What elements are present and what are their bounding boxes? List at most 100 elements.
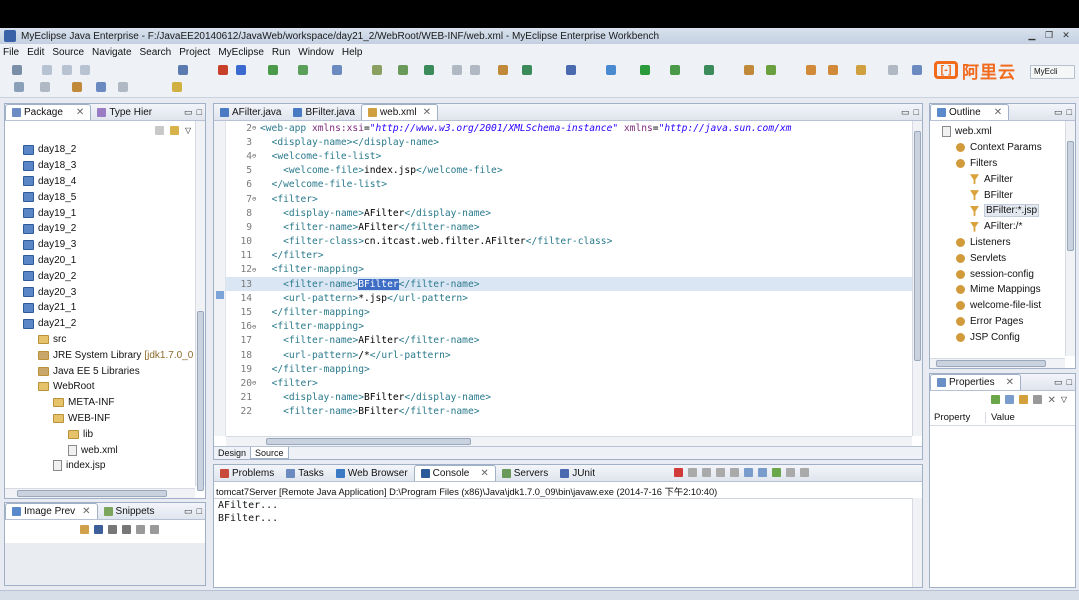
toolbar-nav-icon[interactable] bbox=[172, 82, 182, 92]
code-line[interactable]: 14 <url-pattern> *.jsp </url-pattern> bbox=[226, 291, 912, 305]
tab-web-xml[interactable]: web.xml ✕ bbox=[360, 104, 439, 120]
package-item[interactable]: Java EE 5 Libraries bbox=[9, 363, 195, 379]
package-item[interactable]: day21_1 bbox=[9, 300, 195, 316]
toolbar-tool-icon[interactable] bbox=[298, 65, 308, 75]
scroll-thumb[interactable] bbox=[17, 490, 167, 497]
package-item[interactable]: day19_2 bbox=[9, 221, 195, 237]
toolbar-tool-icon[interactable] bbox=[566, 65, 576, 75]
code-line[interactable]: 20 ⊖ <filter> bbox=[226, 376, 912, 390]
close-icon[interactable]: ✕ bbox=[82, 504, 90, 519]
fold-toggle-icon[interactable]: ⊖ bbox=[252, 323, 256, 331]
tab-outline[interactable]: Outline ✕ bbox=[930, 104, 1010, 120]
remove-all-icon[interactable] bbox=[702, 468, 711, 477]
tab-tasks[interactable]: Tasks bbox=[280, 465, 330, 481]
tab-servers[interactable]: Servers bbox=[496, 465, 554, 481]
restore-default-icon[interactable]: ✕ bbox=[1047, 395, 1055, 406]
maximize-icon[interactable]: □ bbox=[197, 506, 202, 517]
code-line[interactable]: 19 </filter-mapping> bbox=[226, 362, 912, 376]
close-window-button[interactable]: ✕ bbox=[1059, 30, 1073, 41]
save-icon[interactable] bbox=[94, 525, 103, 534]
close-icon[interactable]: ✕ bbox=[423, 105, 431, 120]
toolbar-tool-icon[interactable] bbox=[522, 65, 532, 75]
code-line[interactable]: 18 <url-pattern>/* </url-pattern> bbox=[226, 348, 912, 362]
toolbar-tool-icon[interactable] bbox=[268, 65, 278, 75]
toolbar-tool-icon[interactable] bbox=[912, 65, 922, 75]
menu-help[interactable]: Help bbox=[342, 47, 363, 58]
fold-toggle-icon[interactable]: ⊖ bbox=[252, 379, 256, 387]
toolbar-tool-icon[interactable] bbox=[806, 65, 816, 75]
tab-package[interactable]: Package ✕ bbox=[5, 104, 92, 120]
toolbar-nav-icon[interactable] bbox=[14, 82, 24, 92]
toolbar-tool-icon[interactable] bbox=[398, 65, 408, 75]
toolbar-tool-icon[interactable] bbox=[828, 65, 838, 75]
package-item[interactable]: web.xml bbox=[9, 442, 195, 458]
menu-window[interactable]: Window bbox=[298, 47, 334, 58]
scroll-thumb[interactable] bbox=[197, 311, 204, 491]
close-icon[interactable]: ✕ bbox=[1006, 375, 1014, 390]
code-line[interactable]: 7 ⊖ <filter> bbox=[226, 192, 912, 206]
tab-image-preview[interactable]: Image Prev ✕ bbox=[5, 503, 98, 519]
open-console-icon[interactable] bbox=[786, 468, 795, 477]
view-menu-icon[interactable]: ▽ bbox=[1061, 395, 1067, 406]
package-item[interactable]: day20_3 bbox=[9, 284, 195, 300]
package-item[interactable]: WebRoot bbox=[9, 379, 195, 395]
editor-vscrollbar[interactable] bbox=[912, 121, 922, 436]
package-item[interactable]: src bbox=[9, 332, 195, 348]
tab-type-hierarchy[interactable]: Type Hier bbox=[91, 104, 158, 120]
property-column-header[interactable]: Property bbox=[930, 412, 986, 423]
editor-hscrollbar[interactable] bbox=[226, 436, 912, 446]
code-line[interactable]: 8 <display-name> AFilter </display-name> bbox=[226, 206, 912, 220]
zoom-out-icon[interactable] bbox=[122, 525, 131, 534]
scroll-lock-icon[interactable] bbox=[730, 468, 739, 477]
maximize-icon[interactable]: □ bbox=[1067, 377, 1072, 388]
package-item[interactable]: WEB-INF bbox=[9, 411, 195, 427]
menu-project[interactable]: Project bbox=[179, 47, 210, 58]
code-line[interactable]: 2 ⊖ <web-app xmlns:xsi = "http://www.w3.org/… bbox=[226, 121, 912, 135]
toolbar-tool-icon[interactable] bbox=[42, 65, 52, 75]
close-icon[interactable]: ✕ bbox=[480, 466, 488, 481]
console-output[interactable]: AFilter... BFilter... bbox=[214, 498, 912, 587]
toolbar-tool-icon[interactable] bbox=[670, 65, 680, 75]
outline-item[interactable]: BFilter bbox=[936, 187, 1065, 203]
menu-navigate[interactable]: Navigate bbox=[92, 47, 131, 58]
package-item[interactable]: day18_4 bbox=[9, 174, 195, 190]
package-item[interactable]: day19_1 bbox=[9, 205, 195, 221]
code-line[interactable]: 10 <filter-class> cn.itcast.web.filter.AF… bbox=[226, 235, 912, 249]
tool-icon[interactable] bbox=[80, 525, 89, 534]
scroll-thumb[interactable] bbox=[914, 131, 921, 361]
toolbar-tool-icon[interactable] bbox=[332, 65, 342, 75]
tab-afilter-java[interactable]: AFilter.java bbox=[214, 104, 287, 120]
toolbar-nav-icon[interactable] bbox=[118, 82, 128, 92]
fold-toggle-icon[interactable]: ⊖ bbox=[252, 266, 256, 274]
maximize-button[interactable]: ❐ bbox=[1042, 30, 1056, 41]
outline-vscrollbar[interactable] bbox=[1065, 121, 1075, 356]
outline-item[interactable]: Filters bbox=[936, 156, 1065, 172]
menu-myeclipse[interactable]: MyEclipse bbox=[218, 47, 264, 58]
tab-junit[interactable]: JUnit bbox=[554, 465, 601, 481]
fit-icon[interactable] bbox=[136, 525, 145, 534]
actual-size-icon[interactable] bbox=[150, 525, 159, 534]
package-item[interactable]: index.jsp bbox=[9, 458, 195, 474]
show-on-output-icon[interactable] bbox=[758, 468, 767, 477]
toolbar-tool-icon[interactable] bbox=[888, 65, 898, 75]
code-line[interactable]: 15 </filter-mapping> bbox=[226, 305, 912, 319]
toolbar-tool-icon[interactable] bbox=[640, 65, 650, 75]
fold-toggle-icon[interactable]: ⊖ bbox=[252, 152, 256, 160]
collapse-all-icon[interactable] bbox=[155, 126, 164, 135]
minimize-icon[interactable]: ▭ bbox=[184, 506, 193, 517]
toolbar-tool-icon[interactable] bbox=[766, 65, 776, 75]
code-line[interactable]: 16 ⊖ <filter-mapping> bbox=[226, 320, 912, 334]
menu-search[interactable]: Search bbox=[140, 47, 172, 58]
toolbar-tool-icon[interactable] bbox=[744, 65, 754, 75]
scroll-thumb[interactable] bbox=[936, 360, 1046, 367]
tab-web-browser[interactable]: Web Browser bbox=[330, 465, 414, 481]
menu-edit[interactable]: Edit bbox=[27, 47, 44, 58]
code-line[interactable]: 5 <welcome-file> index.jsp </welcome-file> bbox=[226, 164, 912, 178]
package-item[interactable]: day19_3 bbox=[9, 237, 195, 253]
code-area[interactable]: 2 ⊖ <web-app xmlns:xsi = "http://www.w3.org/… bbox=[226, 121, 912, 436]
package-item[interactable]: day18_5 bbox=[9, 189, 195, 205]
outline-item[interactable]: welcome-file-list bbox=[936, 298, 1065, 314]
code-line[interactable]: 21 <display-name> BFilter </display-name> bbox=[226, 391, 912, 405]
zoom-in-icon[interactable] bbox=[108, 525, 117, 534]
outline-item[interactable]: BFilter:*.jsp bbox=[936, 203, 1065, 219]
